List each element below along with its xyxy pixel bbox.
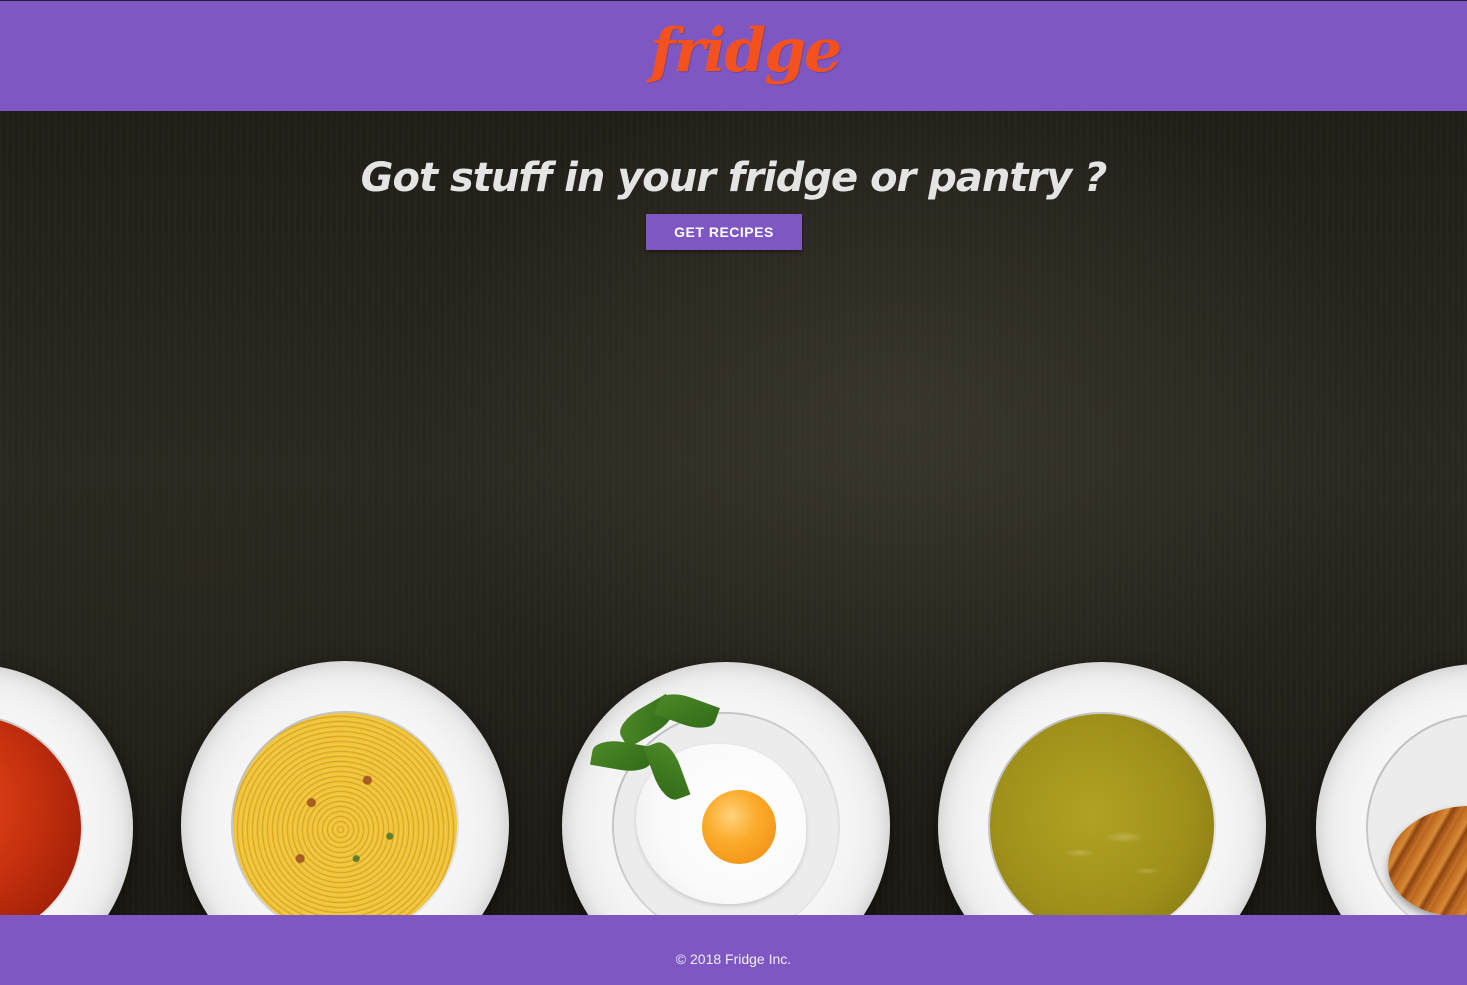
get-recipes-button[interactable]: GET RECIPES — [646, 214, 802, 250]
plate-croissant — [1316, 664, 1467, 915]
tomato-soup-image — [0, 716, 81, 915]
plate-pea-soup — [938, 662, 1266, 915]
croissant-image — [1368, 716, 1467, 915]
navbar: fridge — [0, 1, 1467, 111]
plate-spaghetti — [181, 661, 509, 915]
hero-headline: Got stuff in your fridge or pantry ? — [360, 154, 1108, 201]
footer: © 2018 Fridge Inc. — [0, 915, 1467, 985]
plate-tomato-soup — [0, 664, 133, 915]
copyright-text: © 2018 Fridge Inc. — [675, 951, 792, 967]
hero-section: Got stuff in your fridge or pantry ? GET… — [0, 111, 1467, 915]
brand-logo[interactable]: fridge — [650, 11, 842, 101]
plate-fried-egg — [562, 662, 890, 915]
